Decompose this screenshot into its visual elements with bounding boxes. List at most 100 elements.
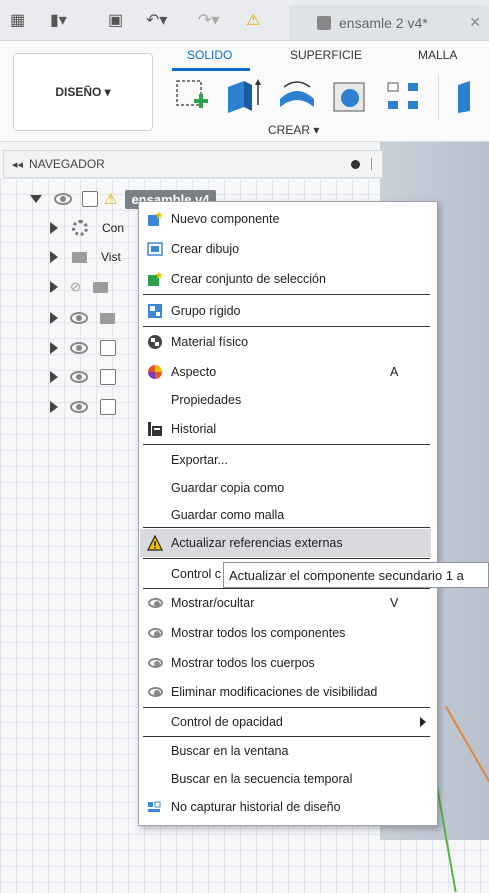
menu-separator: [143, 326, 430, 327]
create-menu-dropdown[interactable]: CREAR ▾: [268, 123, 319, 137]
body-icon: [100, 399, 116, 415]
menu-separator: [143, 294, 430, 295]
component-icon: [82, 191, 98, 207]
menu-item-remove-visibility-overrides[interactable]: Eliminar modificaciones de visibilidad: [140, 678, 431, 706]
body-icon: [100, 369, 116, 385]
visibility-icon[interactable]: [70, 312, 88, 324]
title-bar: ▦ ▮▾ ▣ ↶▾ ↷▾ ⚠ ensamle 2 v4* ✕: [0, 0, 489, 41]
tooltip: Actualizar el componente secundario 1 a: [223, 562, 489, 588]
create-drawing-icon: [147, 242, 163, 256]
warning-icon[interactable]: ⚠: [246, 10, 260, 30]
expand-icon[interactable]: [30, 195, 42, 203]
eye-icon: [148, 687, 163, 697]
visibility-icon[interactable]: [70, 401, 88, 413]
tree-row[interactable]: [50, 305, 115, 331]
close-tab-icon[interactable]: ✕: [469, 14, 481, 31]
folder-icon: [100, 312, 115, 324]
rigid-group-icon: [148, 304, 162, 318]
visibility-icon[interactable]: [54, 193, 72, 205]
apps-grid-icon[interactable]: ▦: [10, 10, 25, 30]
tree-row[interactable]: [50, 364, 116, 390]
menu-item-history[interactable]: Historial: [140, 415, 431, 443]
menu-item-properties[interactable]: Propiedades: [140, 386, 431, 414]
tree-row[interactable]: Con: [50, 215, 124, 241]
navigator-title: NAVEGADOR: [29, 157, 105, 171]
navigator-header: ◂◂ NAVEGADOR: [3, 150, 383, 178]
expand-icon[interactable]: [50, 222, 58, 234]
warning-icon: ⚠: [104, 191, 118, 208]
physical-material-icon: [148, 335, 162, 349]
menu-separator: [143, 444, 430, 445]
menu-item-create-selection-set[interactable]: Crear conjunto de selección: [140, 265, 431, 293]
tree-row[interactable]: Vist: [50, 244, 121, 270]
tree-row-label: Vist: [101, 250, 121, 264]
selection-set-icon: [148, 271, 163, 286]
menu-item-show-all-components[interactable]: Mostrar todos los componentes: [140, 619, 431, 647]
no-history-icon: [148, 801, 161, 812]
document-icon: [317, 15, 331, 30]
menu-item-save-copy-as[interactable]: Guardar copia como: [140, 474, 431, 502]
save-icon[interactable]: ▣: [108, 10, 123, 30]
extrude-icon[interactable]: [222, 77, 264, 115]
history-icon: [148, 422, 162, 436]
tab-solido[interactable]: SOLIDO: [187, 48, 232, 62]
create-sketch-icon[interactable]: [172, 77, 214, 115]
menu-item-find-in-timeline[interactable]: Buscar en la secuencia temporal: [140, 765, 431, 793]
active-tab-indicator: [172, 68, 250, 71]
pattern-icon[interactable]: [384, 77, 426, 115]
expand-icon[interactable]: [50, 281, 58, 293]
workspace-dropdown-button[interactable]: DISEÑO ▾: [13, 53, 153, 131]
file-menu-icon[interactable]: ▮▾: [50, 10, 67, 30]
menu-item-physical-material[interactable]: Material físico: [140, 328, 431, 356]
folder-icon: [72, 251, 87, 263]
tree-row[interactable]: [50, 335, 116, 361]
document-tab[interactable]: ensamle 2 v4* ✕: [289, 5, 489, 40]
expand-icon[interactable]: [50, 342, 58, 354]
expand-icon[interactable]: [50, 401, 58, 413]
revolve-icon[interactable]: [276, 77, 318, 115]
eye-icon: [148, 598, 163, 608]
shortcut-label: A: [390, 365, 399, 379]
eye-icon: [148, 628, 163, 638]
expand-icon[interactable]: [50, 371, 58, 383]
ribbon-divider: [438, 75, 439, 121]
menu-item-new-component[interactable]: Nuevo componente: [140, 205, 431, 233]
visibility-icon[interactable]: [70, 371, 88, 383]
expand-icon[interactable]: [50, 251, 58, 263]
shortcut-label: V: [390, 596, 399, 610]
tab-superficie[interactable]: SUPERFICIE: [290, 48, 362, 62]
menu-item-appearance[interactable]: Aspecto A: [140, 358, 431, 386]
navigator-option-icon[interactable]: [351, 159, 360, 169]
expand-icon[interactable]: [50, 312, 58, 324]
menu-item-export[interactable]: Exportar...: [140, 446, 431, 474]
tab-malla[interactable]: MALLA: [418, 48, 457, 62]
menu-item-show-hide[interactable]: Mostrar/ocultar V: [140, 589, 431, 617]
undo-icon[interactable]: ↶▾: [146, 10, 167, 30]
gear-icon: [72, 220, 88, 236]
navigator-resize-handle[interactable]: [371, 158, 372, 170]
menu-item-find-in-window[interactable]: Buscar en la ventana: [140, 737, 431, 765]
menu-item-rigid-group[interactable]: Grupo rígido: [140, 297, 431, 325]
hole-icon[interactable]: [330, 77, 372, 115]
body-icon: [100, 340, 116, 356]
menu-item-opacity-control[interactable]: Control de opacidad: [140, 708, 431, 736]
modify-tool-icon[interactable]: [452, 77, 489, 115]
menu-item-update-external-references[interactable]: Actualizar referencias externas: [140, 529, 431, 557]
collapse-icon[interactable]: ◂◂: [12, 158, 23, 171]
warning-icon: [147, 535, 163, 551]
menu-item-do-not-capture-history[interactable]: No capturar historial de diseño: [140, 793, 431, 821]
appearance-icon: [148, 365, 162, 379]
new-component-icon: [148, 211, 163, 226]
redo-icon[interactable]: ↷▾: [198, 10, 219, 30]
menu-separator: [143, 558, 430, 559]
submenu-arrow-icon: [420, 717, 426, 727]
eye-icon: [148, 658, 163, 668]
tree-row[interactable]: [50, 394, 116, 420]
menu-item-save-as-mesh[interactable]: Guardar como malla: [140, 501, 431, 529]
tree-row[interactable]: ⊘: [50, 274, 108, 300]
menu-item-show-all-bodies[interactable]: Mostrar todos los cuerpos: [140, 649, 431, 677]
menu-item-create-drawing[interactable]: Crear dibujo: [140, 235, 431, 263]
visibility-icon[interactable]: [70, 342, 88, 354]
tree-row-label: Con: [102, 221, 125, 235]
hidden-eye-icon[interactable]: ⊘: [70, 279, 81, 295]
